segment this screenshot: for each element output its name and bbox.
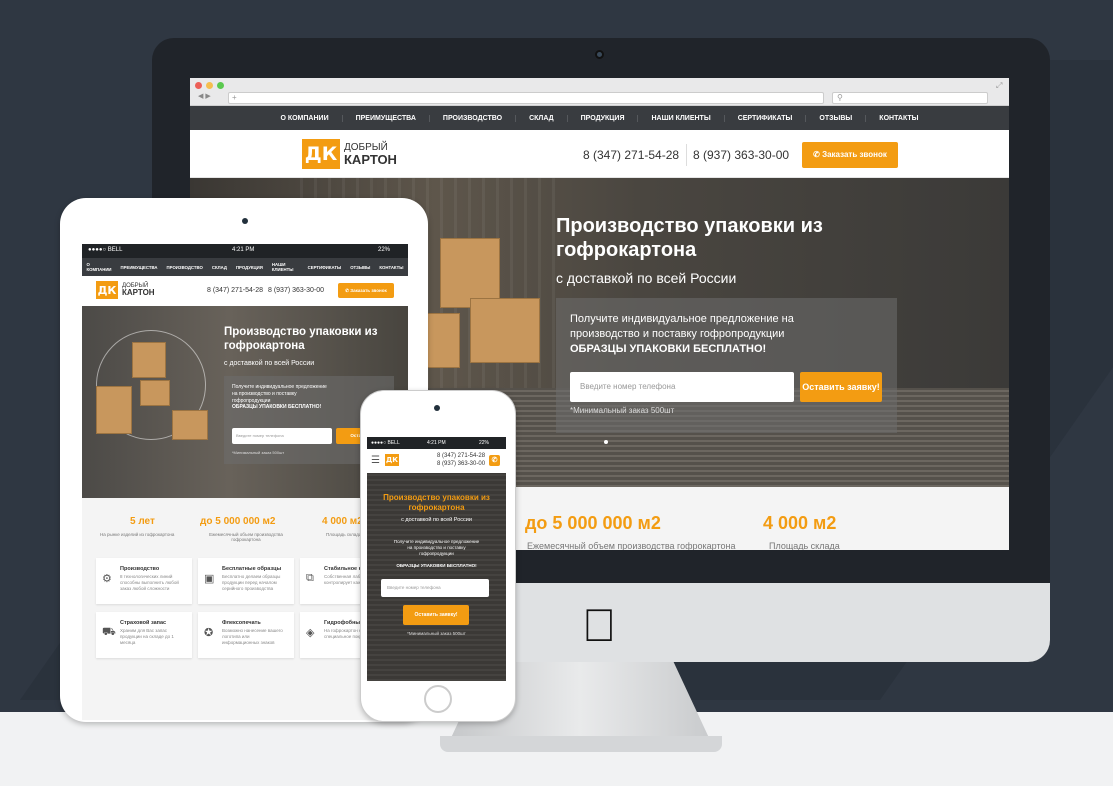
factory-icon: ⚙ xyxy=(102,573,112,585)
nav-item-about[interactable]: О КОМПАНИИ xyxy=(267,114,343,122)
iphone-home-button[interactable] xyxy=(424,685,452,713)
min-order-note: *Минимальный заказ 500шт xyxy=(570,406,675,415)
back-forward-icon[interactable]: ◀ ▶ xyxy=(198,92,211,100)
close-dot[interactable] xyxy=(195,82,202,89)
phone-logo[interactable]: ДК xyxy=(385,454,399,466)
nav-item-contacts[interactable]: КОНТАКТЫ xyxy=(866,115,931,122)
imac-camera xyxy=(595,50,604,59)
stat-area-label: Площадь склада xyxy=(769,541,840,550)
feature-card: ✪ Флексопечать Возможно нанесение вашего… xyxy=(198,612,294,658)
stat-volume-label: Ежемесячный объем производства гофрокарт… xyxy=(527,541,736,550)
submit-request-button[interactable]: Оставить заявку! xyxy=(800,372,882,402)
logo-mark: ДК xyxy=(302,139,340,169)
drop-icon: ◈ xyxy=(306,627,315,639)
offer-text: Получите индивидуальное предложение на п… xyxy=(570,313,794,355)
main-nav: О КОМПАНИИ ПРЕИМУЩЕСТВА ПРОИЗВОДСТВО СКЛ… xyxy=(190,106,1009,130)
phone-1[interactable]: 8 (347) 271-54-28 xyxy=(583,148,679,162)
nav-item-reviews[interactable]: ОТЗЫВЫ xyxy=(806,114,867,122)
cardboard-box xyxy=(470,298,540,363)
nav-item-advantages[interactable]: ПРЕИМУЩЕСТВА xyxy=(343,114,430,122)
apple-logo-icon:  xyxy=(582,598,617,652)
address-bar[interactable]: + xyxy=(228,92,824,104)
phone-screen: ●●●●○ BELL 4:21 PM 22% ☰ ДК 8 (347) 271-… xyxy=(367,437,506,681)
tablet-status-bar: ●●●●○ BELL 4:21 PM 22% xyxy=(82,244,408,258)
nav-item-clients[interactable]: НАШИ КЛИЕНТЫ xyxy=(638,114,725,122)
nav-item-warehouse[interactable]: СКЛАД xyxy=(516,114,568,122)
tablet-logo[interactable]: ДК ДОБРЫЙ КАРТОН xyxy=(96,281,155,299)
menu-icon[interactable]: ☰ xyxy=(371,455,380,466)
award-icon: ✪ xyxy=(204,627,214,639)
tablet-nav: О КОМПАНИИ ПРЕИМУЩЕСТВА ПРОИЗВОДСТВО СКЛАД П… xyxy=(82,258,408,276)
phone-header: ☰ ДК 8 (347) 271-54-28 8 (937) 363-30-00… xyxy=(367,449,506,473)
callback-button[interactable]: ✆ Заказать звонок xyxy=(802,142,898,168)
feature-card: ▣ Бесплатные образцы Бесплатно делаем об… xyxy=(198,558,294,604)
phone-submit-button[interactable]: Оставить заявку! xyxy=(403,605,469,625)
phone-hero: Производство упаковки из гофрокартона с д… xyxy=(367,473,506,681)
logo-text: ДОБРЫЙ КАРТОН xyxy=(344,141,397,167)
site-logo[interactable]: ДК ДОБРЫЙ КАРТОН xyxy=(302,139,397,169)
phone-input[interactable]: Введите номер телефона xyxy=(570,372,794,402)
box-icon: ▣ xyxy=(204,573,215,585)
tablet-callback-button[interactable]: ✆ Заказать звонок xyxy=(338,283,394,298)
phone-2[interactable]: 8 (937) 363-30-00 xyxy=(693,148,789,162)
ipad-camera xyxy=(242,218,248,224)
stat-volume-value: до 5 000 000 м2 xyxy=(525,513,661,533)
hero-title: Производство упаковки из гофрокартона xyxy=(556,215,823,261)
maximize-dot[interactable] xyxy=(217,82,224,89)
nav-item-certificates[interactable]: СЕРТИФИКАТЫ xyxy=(725,114,807,122)
offer-panel: Получите индивидуальное предложение на п… xyxy=(556,298,897,433)
nav-item-products[interactable]: ПРОДУКЦИЯ xyxy=(568,114,639,122)
minimize-dot[interactable] xyxy=(206,82,213,89)
iphone-camera xyxy=(434,405,440,411)
browser-toolbar: ◀ ▶ + ⚲ ⤢ xyxy=(190,78,1009,106)
nav-item-production[interactable]: ПРОИЗВОДСТВО xyxy=(430,114,517,122)
phone-callback-icon[interactable]: ✆ xyxy=(489,455,500,466)
feature-card: ⛟ Страховой запас Храним для Вас запас п… xyxy=(96,612,192,658)
site-header: ДК ДОБРЫЙ КАРТОН 8 (347) 271-54-28 8 (937… xyxy=(190,130,1009,178)
imac-stand-base xyxy=(440,736,722,752)
phone-hero-title: Производство упаковки из гофрокартона xyxy=(383,493,490,512)
hero-subtitle: с доставкой по всей России xyxy=(556,270,737,286)
phone-status-bar: ●●●●○ BELL 4:21 PM 22% xyxy=(367,437,506,449)
tablet-header: ДК ДОБРЫЙ КАРТОН 8 (347) 271-54-28 8 (937… xyxy=(82,276,408,306)
browser-search[interactable]: ⚲ xyxy=(832,92,988,104)
stat-area-value: 4 000 м2 xyxy=(763,513,837,533)
truck-icon: ⛟ xyxy=(102,626,116,638)
tablet-hero-title: Производство упаковки из гофрокартона xyxy=(224,326,378,352)
slider-dot[interactable] xyxy=(604,440,608,444)
phone-divider xyxy=(686,144,687,166)
fullscreen-icon[interactable]: ⤢ xyxy=(996,81,1002,91)
feature-card: ⚙ Производство 8 технологических линий с… xyxy=(96,558,192,604)
boxes-icon: ⧉ xyxy=(306,572,314,584)
tablet-phone-input[interactable]: Введите номер телефона xyxy=(232,428,332,444)
phone-phone-input[interactable]: Введите номер телефона xyxy=(381,579,489,597)
search-icon: ⚲ xyxy=(837,93,843,102)
